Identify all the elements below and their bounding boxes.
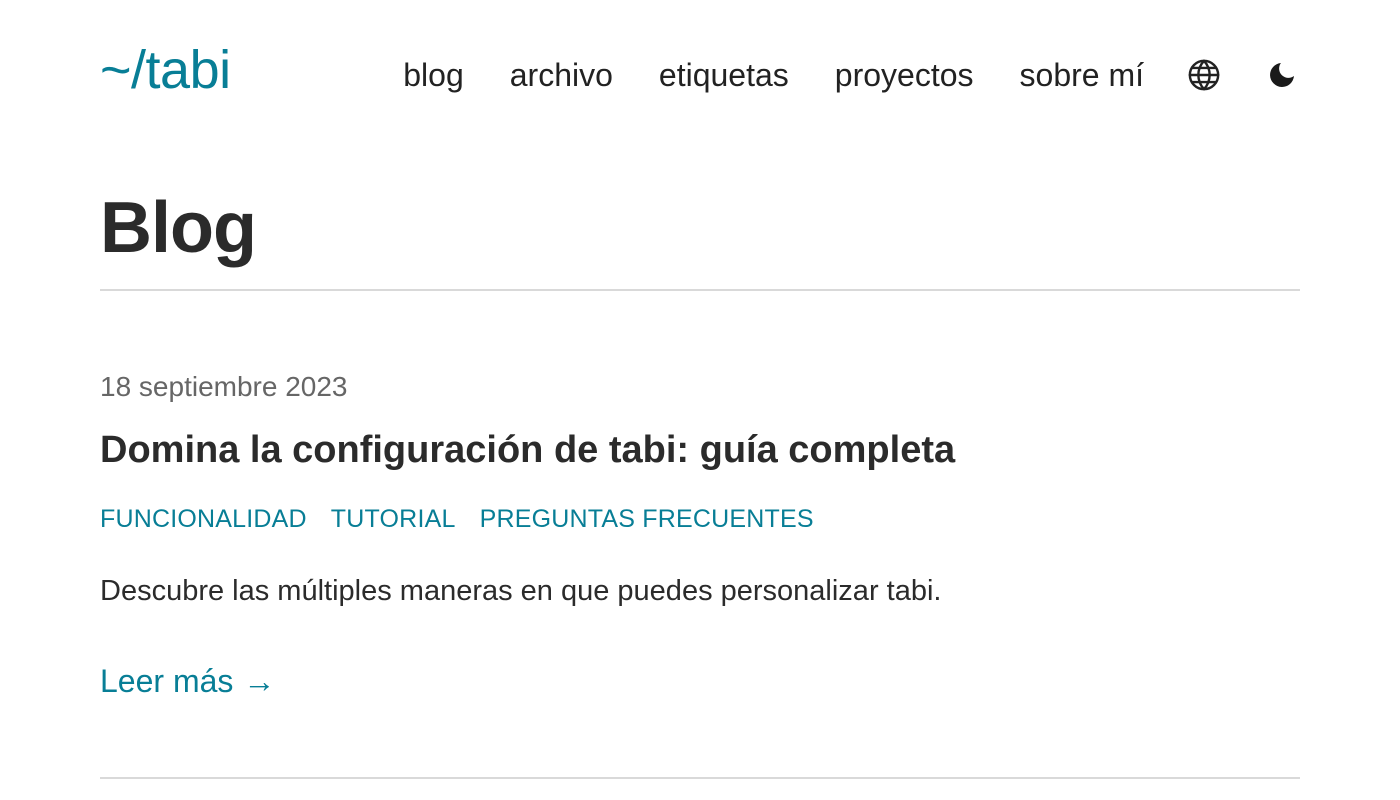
read-more-link[interactable]: Leer más → — [100, 660, 275, 702]
nav-item-sobre-mi[interactable]: sobre mí — [1020, 52, 1144, 98]
nav-item-blog[interactable]: blog — [403, 52, 464, 98]
tag-link-tutorial[interactable]: tutorial — [331, 503, 456, 535]
site-logo[interactable]: ~/tabi — [100, 40, 231, 100]
title-divider — [100, 289, 1300, 291]
read-more-label: Leer más — [100, 663, 234, 699]
post-divider — [100, 777, 1300, 779]
globe-icon — [1188, 59, 1220, 91]
post-summary: Descubre las múltiples maneras en que pu… — [100, 575, 942, 607]
post-tags: funcionalidad tutorial preguntas frecuen… — [100, 503, 814, 535]
theme-toggle-button[interactable] — [1264, 57, 1300, 93]
post-title-link[interactable]: Domina la configuración de tabi: guía co… — [100, 426, 955, 474]
arrow-right-icon: → — [243, 663, 276, 699]
main-nav: blog archivo etiquetas proyectos sobre m… — [403, 52, 1300, 98]
language-switcher-button[interactable] — [1186, 57, 1222, 93]
nav-item-proyectos[interactable]: proyectos — [835, 52, 974, 98]
tag-link-funcionalidad[interactable]: funcionalidad — [100, 503, 307, 535]
moon-icon — [1270, 63, 1294, 87]
page-title: Blog — [100, 188, 257, 268]
nav-item-archivo[interactable]: archivo — [510, 52, 613, 98]
nav-item-etiquetas[interactable]: etiquetas — [659, 52, 789, 98]
post-date: 18 septiembre 2023 — [100, 371, 348, 402]
tag-link-preguntas-frecuentes[interactable]: preguntas frecuentes — [480, 503, 814, 535]
page: ~/tabi blog archivo etiquetas proyectos … — [0, 0, 1400, 800]
